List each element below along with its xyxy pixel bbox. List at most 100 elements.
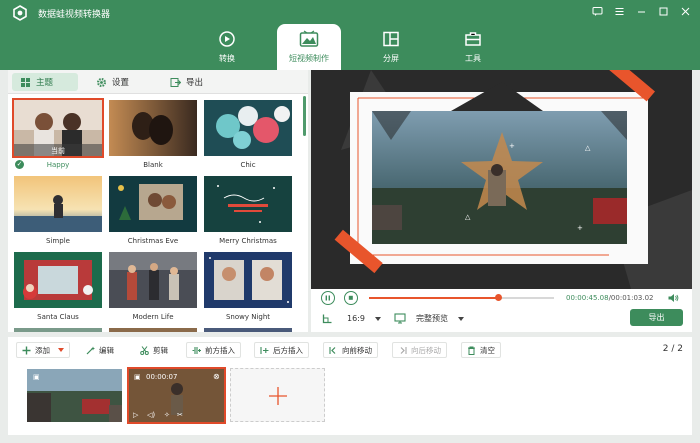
- theme-santa-claus[interactable]: Santa Claus: [14, 252, 102, 322]
- preview-frame: + △ △ +: [311, 70, 692, 289]
- theme-merry-christmas-thumbnail: [204, 176, 292, 232]
- scissors-icon: [140, 345, 149, 355]
- theme-partial: [204, 328, 292, 332]
- tab-tools-label: 工具: [465, 54, 481, 63]
- volume-icon[interactable]: [667, 292, 679, 304]
- export-icon: [170, 77, 181, 87]
- close-icon[interactable]: [678, 4, 692, 18]
- progress-fill: [369, 297, 499, 299]
- theme-grid-icon: [21, 77, 30, 87]
- theme-caption: Chic: [240, 161, 256, 169]
- magic-wand-icon: [86, 346, 95, 354]
- current-time: 00:00:45.08: [566, 294, 609, 302]
- time-readout: 00:00:45.08/00:01:03.02: [566, 294, 654, 302]
- preview-mode-dropdown[interactable]: 完整预览: [394, 313, 464, 324]
- plus-icon: [22, 346, 31, 354]
- maximize-icon[interactable]: [656, 4, 670, 18]
- clip-item[interactable]: ▣: [27, 369, 122, 422]
- scissors-icon[interactable]: ✂: [177, 411, 183, 419]
- theme-partial: [109, 328, 197, 332]
- tab-split-screen[interactable]: 分屏: [359, 24, 423, 70]
- move-back-button[interactable]: 向后移动: [392, 342, 447, 358]
- insert-after-button[interactable]: 后方插入: [254, 342, 309, 358]
- clip-toolbar: 添加 编辑 剪辑 前方插入 后方插入 向前移动 向后移动 清空 2 / 2: [8, 337, 692, 363]
- tab-convert-label: 转换: [219, 54, 235, 63]
- tab-convert[interactable]: 转换: [195, 24, 259, 70]
- move-forward-button[interactable]: 向前移动: [323, 342, 378, 358]
- theme-partial: [14, 328, 102, 332]
- theme-blank-thumbnail: [109, 100, 197, 156]
- move-forward-icon: [329, 346, 336, 354]
- plus-icon: [269, 387, 287, 405]
- close-icon[interactable]: ⊗: [213, 372, 220, 381]
- theme-scrollbar[interactable]: [303, 96, 306, 136]
- progress-handle[interactable]: [495, 294, 502, 301]
- subtab-bar: 主题 设置 导出: [8, 70, 308, 94]
- theme-blank[interactable]: Blank: [109, 100, 197, 170]
- theme-simple[interactable]: Simple: [14, 176, 102, 246]
- add-label: 添加: [35, 345, 50, 355]
- audio-icon[interactable]: ◁): [147, 411, 155, 419]
- clip-item-selected[interactable]: ▣ ⊗ ▷ ◁) ✧ ✂ 00:00:07: [127, 367, 226, 424]
- move-back-label: 向后移动: [411, 345, 441, 355]
- pause-button[interactable]: [321, 291, 335, 305]
- cut-label: 剪辑: [153, 345, 168, 355]
- tab-export[interactable]: 导出: [162, 73, 211, 91]
- insert-before-label: 前方插入: [205, 345, 235, 355]
- magic-wand-icon[interactable]: ✧: [164, 411, 170, 419]
- add-button[interactable]: 添加: [16, 342, 70, 358]
- theme-chic[interactable]: Chic: [204, 100, 292, 170]
- edit-button[interactable]: 编辑: [80, 342, 120, 358]
- aspect-ratio-icon: [322, 314, 332, 324]
- aspect-ratio-dropdown[interactable]: 16:9: [322, 313, 381, 324]
- insert-before-button[interactable]: 前方插入: [186, 342, 241, 358]
- move-back-icon: [400, 346, 407, 354]
- theme-happy[interactable]: 当前 ✓ Happy: [12, 98, 104, 170]
- theme-caption: Happy: [46, 161, 70, 169]
- feedback-icon[interactable]: [590, 4, 604, 18]
- play-icon[interactable]: ▷: [133, 411, 139, 419]
- svg-text:△: △: [585, 144, 591, 152]
- app-logo-icon: [13, 5, 27, 21]
- theme-snowy-night[interactable]: Snowy Night: [204, 252, 292, 322]
- clip-thumbnail: ▣: [27, 369, 122, 422]
- add-clip-button[interactable]: [230, 368, 325, 422]
- minimize-icon[interactable]: [634, 4, 648, 18]
- cut-button[interactable]: 剪辑: [134, 342, 174, 358]
- tab-tools[interactable]: 工具: [441, 24, 505, 70]
- short-video-icon: [299, 30, 319, 47]
- tab-export-label: 导出: [186, 78, 204, 88]
- clear-button[interactable]: 清空: [461, 342, 501, 358]
- svg-text:△: △: [465, 213, 471, 221]
- theme-chic-thumbnail: [204, 100, 292, 156]
- insert-after-icon: [260, 346, 269, 354]
- current-tag: 当前: [51, 146, 65, 155]
- tab-theme[interactable]: 主题: [12, 73, 78, 91]
- menu-icon[interactable]: [612, 4, 626, 18]
- theme-grid: 当前 ✓ Happy Blank Chic Simple Christmas E…: [8, 94, 300, 332]
- move-forward-label: 向前移动: [342, 345, 372, 355]
- theme-christmas-eve[interactable]: Christmas Eve: [109, 176, 197, 246]
- tab-short-video[interactable]: 短视频制作: [277, 24, 341, 70]
- export-button[interactable]: 导出: [630, 309, 683, 326]
- total-time: /00:01:03.02: [608, 294, 654, 302]
- aspect-ratio-value: 16:9: [347, 314, 365, 323]
- chevron-down-icon[interactable]: [58, 348, 64, 352]
- theme-caption: Snowy Night: [225, 313, 271, 321]
- insert-after-label: 后方插入: [273, 345, 303, 355]
- tab-settings[interactable]: 设置: [88, 73, 137, 91]
- theme-modern-life[interactable]: Modern Life: [109, 252, 197, 322]
- player-controls: 00:00:45.08/00:01:03.02 16:9 完整预览 导出: [311, 289, 692, 332]
- theme-caption: Modern Life: [132, 313, 174, 321]
- theme-merry-christmas[interactable]: Merry Christmas: [204, 176, 292, 246]
- svg-text:+: +: [577, 224, 583, 232]
- video-preview: + △ △ +: [311, 70, 692, 289]
- film-icon: ▣: [134, 373, 141, 381]
- stop-button[interactable]: [344, 291, 358, 305]
- convert-icon: [219, 31, 235, 47]
- gear-icon: [96, 77, 107, 87]
- progress-bar[interactable]: [369, 294, 554, 301]
- svg-text:+: +: [509, 142, 515, 150]
- theme-caption: Merry Christmas: [219, 237, 277, 245]
- chevron-down-icon: [458, 316, 464, 321]
